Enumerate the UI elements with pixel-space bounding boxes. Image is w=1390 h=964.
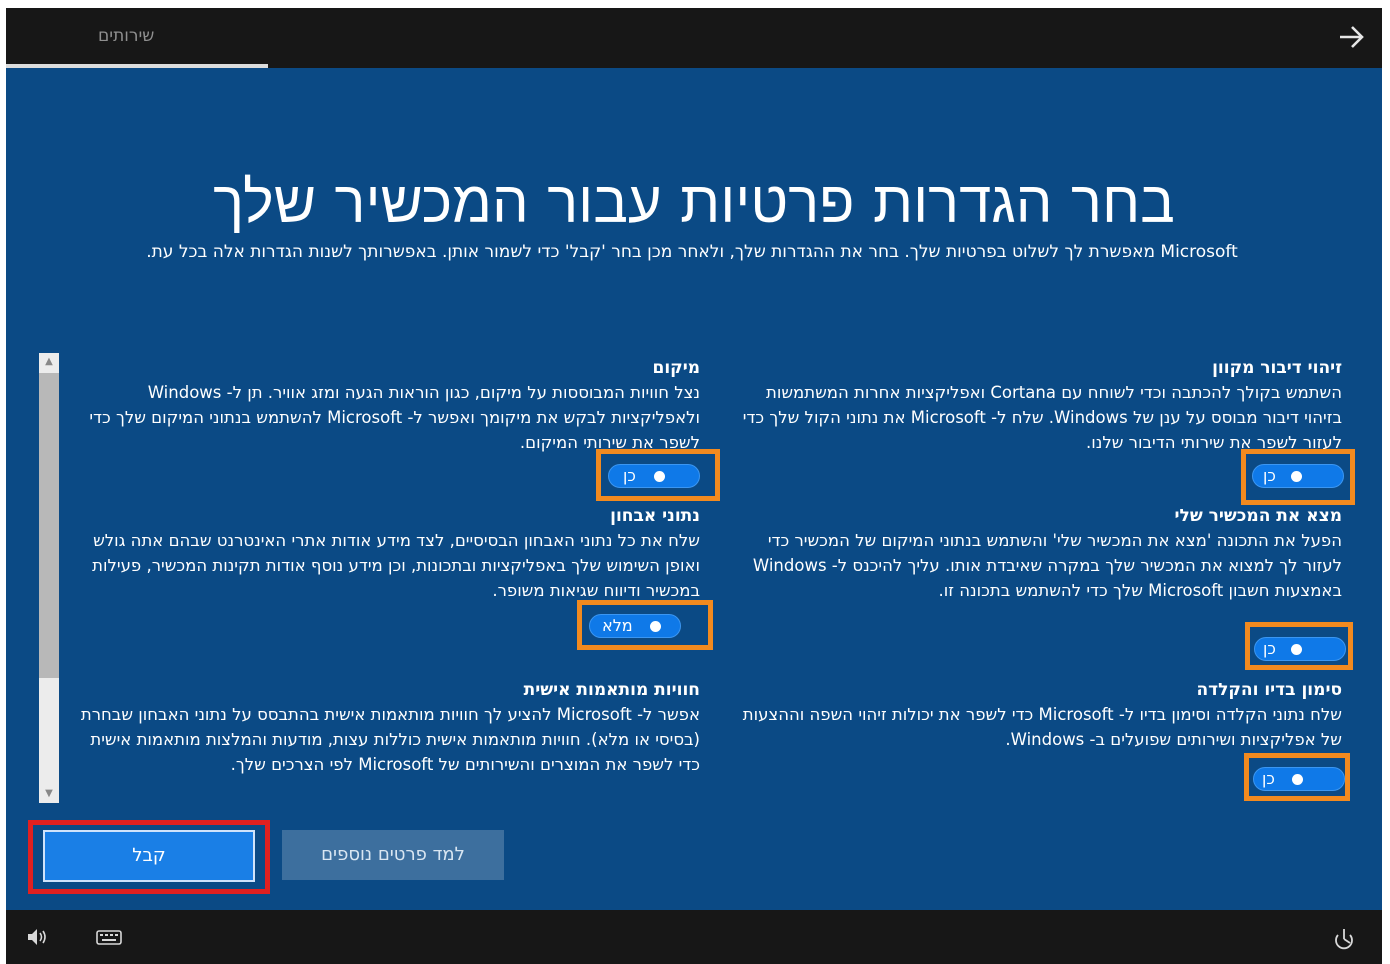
toggle-label: כן [1263,639,1276,658]
setting-diagnostics: נתוני אבחון שלח את כל נתוני האבחון הבסיס… [78,504,700,603]
scrollbar-thumb[interactable] [39,373,59,678]
setting-tailored-experiences: חוויות מותאמות אישית אפשר ל- Microsoft ל… [78,678,700,777]
scrollbar[interactable]: ▲ ▼ [39,353,59,803]
toggle-speech[interactable]: כן [1252,464,1344,488]
setting-description: השתמש בקולך להכתבה וכדי לשוחח עם Cortana… [742,383,1342,452]
toggle-knob [654,471,665,482]
arrow-right-icon[interactable] [1334,22,1368,52]
page-subtitle: Microsoft מאפשרת לך לשלוט בפרטיות שלך. ב… [146,242,1238,262]
bottom-bar [6,910,1382,964]
toggle-diagnostics[interactable]: מלא [589,614,681,638]
scroll-up-icon[interactable]: ▲ [39,353,59,371]
learn-more-button[interactable]: למד פרטים נוספים [282,830,504,880]
toggle-knob [1291,471,1302,482]
setting-inking: סימון בדיו והקלדה שלח נתוני הקלדה וסימון… [724,678,1342,752]
keyboard-icon[interactable] [96,930,122,950]
setting-title: סימון בדיו והקלדה [1196,680,1342,700]
setting-speech: זיהוי דיבור מקוון השתמש בקולך להכתבה וכד… [724,356,1342,455]
accept-button[interactable]: קבל [43,830,255,882]
setting-title: מיקום [652,358,701,378]
volume-icon[interactable] [26,926,50,952]
setting-description: הפעל את התכונה 'מצא את המכשיר שלי' והשתמ… [752,531,1342,600]
toggle-label: כן [1262,769,1275,788]
toggle-find-device[interactable]: כן [1254,637,1346,661]
setting-title: מצא את המכשיר שלי [1174,506,1342,526]
toggle-knob [1292,774,1303,785]
ease-of-access-icon[interactable] [1332,926,1356,954]
setting-title: נתוני אבחון [610,506,700,526]
setting-title: חוויות מותאמות אישית [523,680,700,700]
setting-title: זיהוי דיבור מקוון [1212,358,1342,378]
setting-description: שלח את כל נתוני האבחון הבסיסיים, לצד מיד… [92,531,700,600]
page-title: בחר הגדרות פרטיות עבור המכשיר שלך [213,168,1175,236]
tab-underline [6,64,268,68]
toggle-knob [1291,644,1302,655]
setting-location: מיקום נצל חוויות המבוססות על מיקום, כגון… [78,356,700,455]
settings-column-right: זיהוי דיבור מקוון השתמש בקולך להכתבה וכד… [724,356,1342,808]
top-bar: שירותים [6,8,1382,68]
setting-find-device: מצא את המכשיר שלי הפעל את התכונה 'מצא את… [724,504,1342,603]
toggle-inking[interactable]: כן [1253,767,1345,791]
setting-description: נצל חוויות המבוססות על מיקום, כגון הוראו… [89,383,700,452]
tab-services[interactable]: שירותים [98,26,154,46]
toggle-knob [650,621,661,632]
toggle-label: מלא [602,616,633,635]
setting-description: אפשר ל- Microsoft להציע לך חוויות מותאמו… [80,705,700,774]
settings-column-left: מיקום נצל חוויות המבוססות על מיקום, כגון… [78,356,700,808]
toggle-label: כן [1263,466,1276,485]
setting-description: שלח נתוני הקלדה וסימון בדיו ל- Microsoft… [742,705,1342,749]
scroll-down-icon[interactable]: ▼ [39,785,59,803]
privacy-settings-screen: שירותים בחר הגדרות פרטיות עבור המכשיר של… [6,8,1382,964]
toggle-label: כן [623,466,636,485]
toggle-location[interactable]: כן [608,464,700,488]
